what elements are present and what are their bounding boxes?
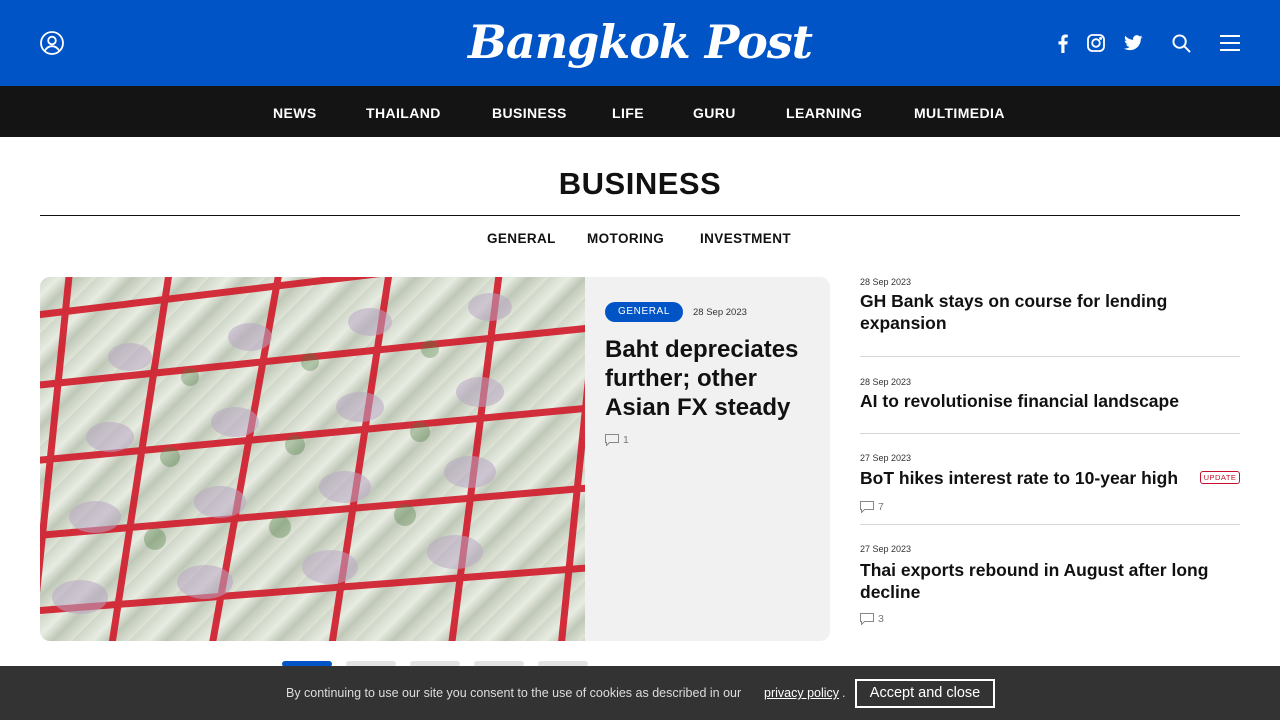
divider bbox=[860, 524, 1240, 525]
category-badge[interactable]: GENERAL bbox=[605, 302, 683, 322]
article-date: 27 Sep 2023 bbox=[860, 453, 912, 463]
comment-count[interactable]: 3 bbox=[860, 613, 884, 625]
divider bbox=[40, 215, 1240, 216]
nav-item-multimedia[interactable]: MULTIMEDIA bbox=[914, 86, 1005, 137]
twitter-icon[interactable] bbox=[1122, 32, 1144, 54]
comment-count-value: 1 bbox=[623, 434, 629, 446]
cookie-banner: By continuing to use our site you consen… bbox=[0, 666, 1280, 720]
logo-text: Bangkok Post bbox=[468, 15, 813, 69]
comment-count[interactable]: 7 bbox=[860, 501, 884, 513]
nav-item-thailand[interactable]: THAILAND bbox=[366, 86, 441, 137]
nav-item-life[interactable]: LIFE bbox=[612, 86, 644, 137]
user-icon[interactable] bbox=[40, 31, 64, 55]
subnav-investment[interactable]: INVESTMENT bbox=[700, 231, 791, 246]
instagram-icon[interactable] bbox=[1085, 32, 1107, 54]
article-title[interactable]: Baht depreciates further; other Asian FX… bbox=[605, 335, 820, 422]
comment-count-value: 7 bbox=[878, 501, 884, 513]
article-date: 28 Sep 2023 bbox=[860, 277, 912, 287]
accept-cookies-button[interactable]: Accept and close bbox=[855, 679, 995, 708]
subnav-general[interactable]: GENERAL bbox=[487, 231, 556, 246]
article-image bbox=[40, 277, 585, 641]
nav-item-news[interactable]: NEWS bbox=[273, 86, 317, 137]
comment-icon bbox=[860, 501, 874, 513]
featured-article-text: GENERAL 28 Sep 2023 Baht depreciates fur… bbox=[585, 277, 830, 641]
comment-icon bbox=[605, 434, 619, 446]
cookie-message: By continuing to use our site you consen… bbox=[286, 686, 742, 700]
update-badge: UPDATE bbox=[1200, 471, 1240, 484]
search-icon[interactable] bbox=[1170, 32, 1192, 54]
article-title[interactable]: Thai exports rebound in August after lon… bbox=[860, 559, 1240, 603]
cookie-period: . bbox=[842, 686, 846, 700]
facebook-icon[interactable] bbox=[1054, 32, 1072, 54]
nav-item-guru[interactable]: GURU bbox=[693, 86, 736, 137]
privacy-policy-link[interactable]: privacy policy bbox=[764, 686, 839, 700]
comment-count-value: 3 bbox=[878, 613, 884, 625]
nav-item-learning[interactable]: LEARNING bbox=[786, 86, 862, 137]
article-date: 28 Sep 2023 bbox=[860, 377, 912, 387]
page-title: BUSINESS bbox=[558, 166, 722, 201]
menu-icon[interactable] bbox=[1219, 32, 1241, 54]
divider bbox=[860, 433, 1240, 434]
article-title[interactable]: BoT hikes interest rate to 10-year high bbox=[860, 467, 1195, 489]
main-nav: NEWS THAILAND BUSINESS LIFE GURU LEARNIN… bbox=[0, 86, 1280, 137]
comment-count[interactable]: 1 bbox=[605, 434, 629, 446]
nav-item-business[interactable]: BUSINESS bbox=[492, 86, 567, 137]
divider bbox=[860, 356, 1240, 357]
subnav-motoring[interactable]: MOTORING bbox=[587, 231, 664, 246]
site-logo[interactable]: Bangkok Post bbox=[468, 10, 813, 74]
featured-article[interactable]: GENERAL 28 Sep 2023 Baht depreciates fur… bbox=[40, 277, 830, 641]
top-header: Bangkok Post bbox=[0, 0, 1280, 86]
article-title[interactable]: AI to revolutionise financial landscape bbox=[860, 390, 1240, 412]
article-title[interactable]: GH Bank stays on course for lending expa… bbox=[860, 290, 1240, 334]
article-date: 28 Sep 2023 bbox=[693, 307, 747, 318]
article-date: 27 Sep 2023 bbox=[860, 544, 912, 554]
comment-icon bbox=[860, 613, 874, 625]
